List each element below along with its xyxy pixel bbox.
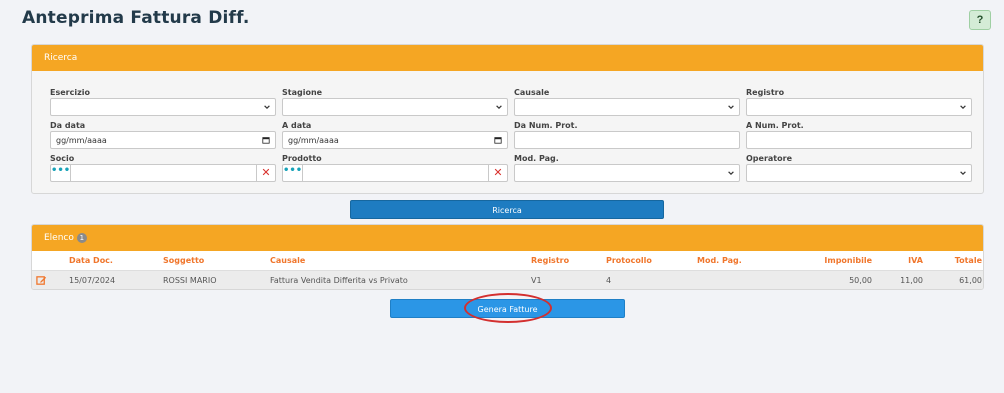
table-row[interactable]: 15/07/2024 ROSSI MARIO Fattura Vendita D… [32, 270, 983, 289]
cell-totale: 61,00 [959, 276, 982, 285]
stagione-label: Stagione [282, 88, 323, 97]
stagione-select[interactable] [282, 98, 508, 116]
prodotto-label: Prodotto [282, 154, 322, 163]
col-causale[interactable]: Causale [270, 256, 305, 265]
a-num-prot-label: A Num. Prot. [746, 121, 804, 130]
elenco-title: Elenco [44, 233, 74, 243]
chevron-down-icon [728, 105, 734, 110]
col-imponibile[interactable]: Imponibile [824, 256, 872, 265]
elenco-panel-header: Elenco 1 [32, 225, 983, 251]
calendar-icon[interactable] [494, 136, 502, 144]
chevron-down-icon [960, 105, 966, 110]
registro-select[interactable] [746, 98, 972, 116]
edit-icon[interactable] [36, 275, 47, 286]
ricerca-button[interactable]: Ricerca [350, 200, 664, 219]
elenco-panel: Elenco 1 Data Doc. Soggetto Causale Regis… [31, 224, 984, 290]
operatore-label: Operatore [746, 154, 792, 163]
cell-imponibile: 50,00 [849, 276, 872, 285]
mod-pag-select[interactable] [514, 164, 740, 182]
col-soggetto[interactable]: Soggetto [163, 256, 204, 265]
table-header: Data Doc. Soggetto Causale Registro Prot… [32, 251, 983, 270]
a-data-value: gg/mm/aaaa [288, 136, 339, 145]
help-button[interactable]: ? [969, 10, 991, 30]
col-mod-pag[interactable]: Mod. Pag. [697, 256, 742, 265]
esercizio-label: Esercizio [50, 88, 90, 97]
causale-label: Causale [514, 88, 550, 97]
da-num-prot-input[interactable] [514, 131, 740, 149]
col-data-doc[interactable]: Data Doc. [69, 256, 113, 265]
esercizio-select[interactable] [50, 98, 276, 116]
chevron-down-icon [728, 171, 734, 176]
prodotto-lookup[interactable]: ••• ✕ [282, 164, 508, 182]
da-data-input[interactable]: gg/mm/aaaa [50, 131, 276, 149]
genera-fatture-button[interactable]: Genera Fatture [390, 299, 625, 318]
cell-iva: 11,00 [900, 276, 923, 285]
socio-lookup[interactable]: ••• ✕ [50, 164, 276, 182]
cell-soggetto: ROSSI MARIO [163, 276, 217, 285]
chevron-down-icon [496, 105, 502, 110]
calendar-icon[interactable] [262, 136, 270, 144]
mod-pag-label: Mod. Pag. [514, 154, 559, 163]
causale-select[interactable] [514, 98, 740, 116]
page-title: Anteprima Fattura Diff. [22, 8, 250, 28]
a-data-label: A data [282, 121, 312, 130]
da-num-prot-label: Da Num. Prot. [514, 121, 578, 130]
col-iva[interactable]: IVA [908, 256, 923, 265]
lookup-dots-icon[interactable]: ••• [283, 165, 303, 181]
search-panel-header: Ricerca [32, 45, 983, 71]
cell-protocollo: 4 [606, 276, 612, 285]
cell-data-doc: 15/07/2024 [69, 276, 116, 285]
chevron-down-icon [264, 105, 270, 110]
cell-causale: Fattura Vendita Differita vs Privato [270, 276, 408, 285]
socio-label: Socio [50, 154, 75, 163]
operatore-select[interactable] [746, 164, 972, 182]
a-num-prot-input[interactable] [746, 131, 972, 149]
da-data-value: gg/mm/aaaa [56, 136, 107, 145]
col-protocollo[interactable]: Protocollo [606, 256, 652, 265]
col-totale[interactable]: Totale [955, 256, 982, 265]
cell-registro: V1 [531, 276, 542, 285]
clear-icon[interactable]: ✕ [488, 165, 507, 181]
lookup-dots-icon[interactable]: ••• [51, 165, 71, 181]
search-panel: Ricerca Esercizio Stagione Causale Regis… [31, 44, 984, 194]
da-data-label: Da data [50, 121, 86, 130]
a-data-input[interactable]: gg/mm/aaaa [282, 131, 508, 149]
clear-icon[interactable]: ✕ [256, 165, 275, 181]
chevron-down-icon [960, 171, 966, 176]
col-registro[interactable]: Registro [531, 256, 569, 265]
count-badge: 1 [76, 232, 87, 243]
registro-label: Registro [746, 88, 785, 97]
